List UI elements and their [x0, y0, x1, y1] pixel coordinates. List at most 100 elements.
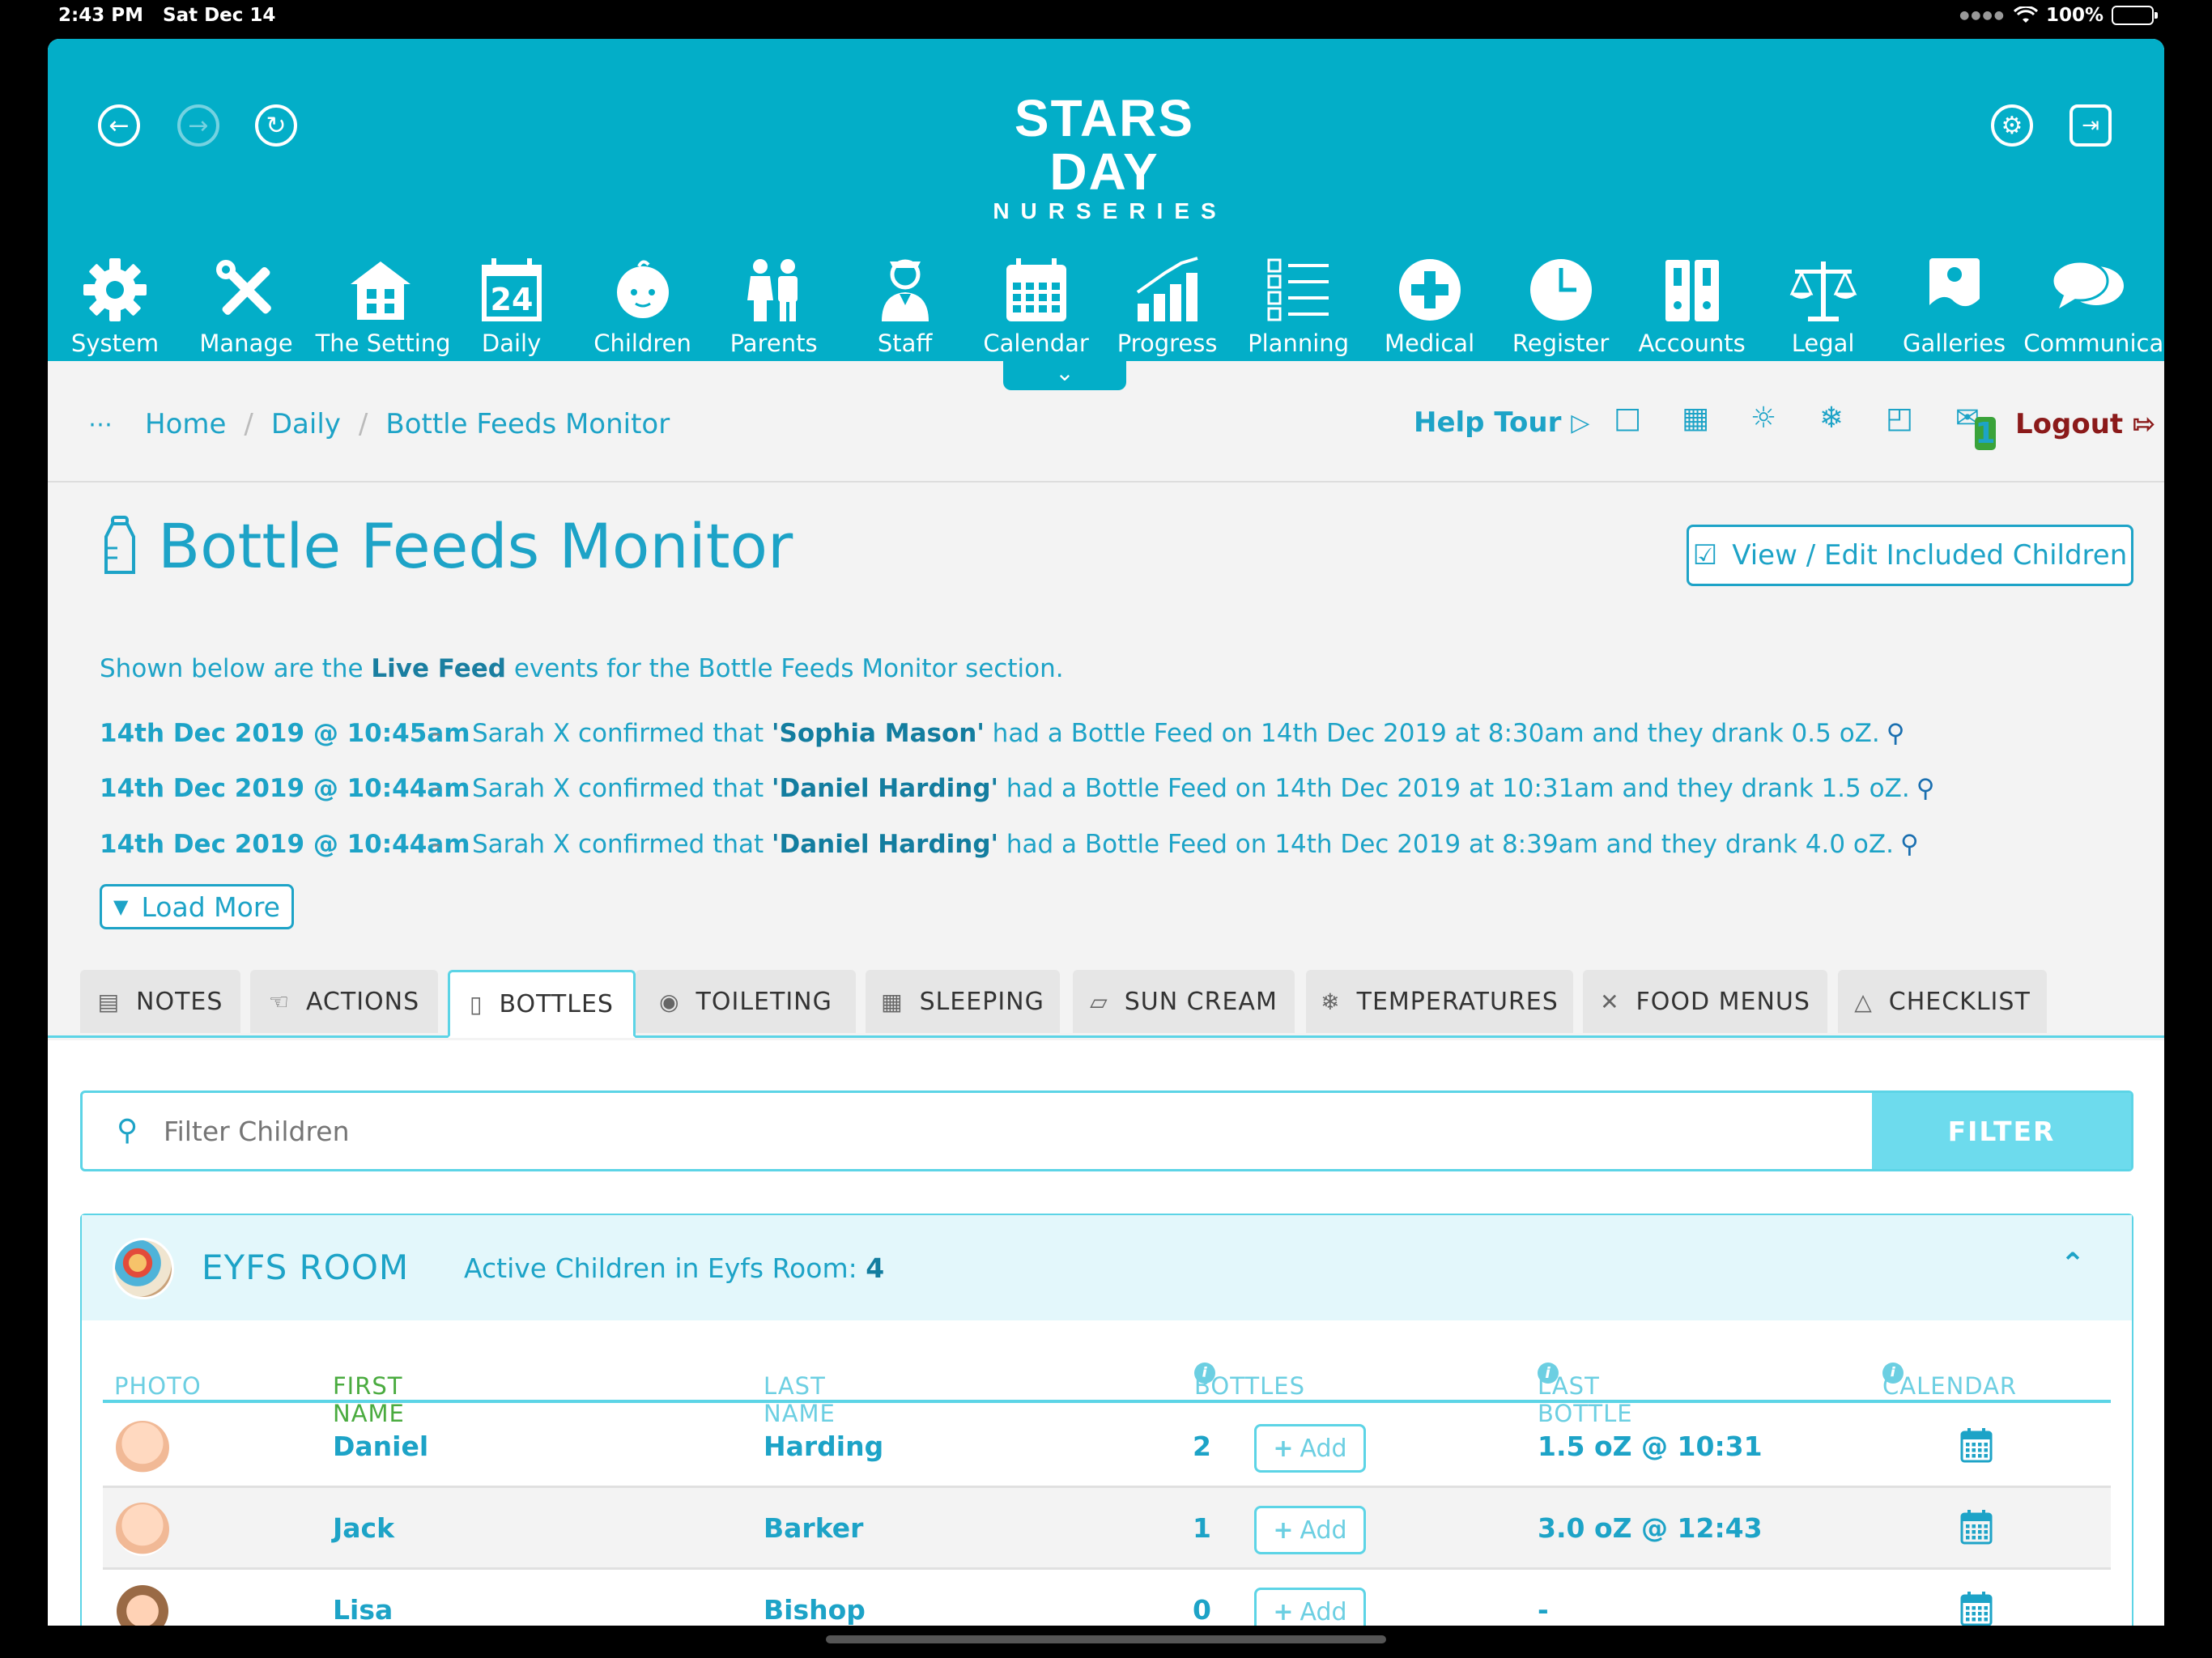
- logout-button[interactable]: Logout ⇰: [2015, 408, 2156, 440]
- last-name-cell[interactable]: Bishop: [764, 1594, 866, 1626]
- add-bottle-button[interactable]: + Add: [1254, 1506, 1366, 1554]
- first-name-cell[interactable]: Jack: [333, 1512, 394, 1544]
- notes-icon: ▤: [97, 988, 121, 1015]
- id-card-icon[interactable]: □: [1610, 402, 1644, 468]
- breadcrumb-daily[interactable]: Daily: [271, 408, 341, 440]
- feed-pre: Sarah X confirmed that: [472, 719, 772, 748]
- feed-post: had a Bottle Feed on 14th Dec 2019 at 8:…: [998, 830, 1894, 859]
- nav-label: System: [70, 329, 160, 357]
- col-calendar-label: CALENDAR: [1882, 1372, 2018, 1400]
- first-name-cell[interactable]: Daniel: [333, 1431, 428, 1462]
- nav-label: Legal: [1791, 329, 1855, 357]
- magnifier-icon[interactable]: ⚲: [1916, 774, 1935, 803]
- gallery-icon: [1890, 253, 2019, 326]
- settings-gear-icon[interactable]: ⚙: [1991, 104, 2033, 147]
- load-more-button[interactable]: ▼ Load More: [100, 884, 294, 929]
- intro-post: events for the Bottle Feeds Monitor sect…: [505, 654, 1064, 683]
- nav-label: Galleries: [1903, 329, 2006, 357]
- nav-planning[interactable]: Planning: [1234, 253, 1363, 357]
- add-label: Add: [1300, 1434, 1347, 1463]
- add-bottle-button[interactable]: + Add: [1254, 1588, 1366, 1626]
- filter-button[interactable]: FILTER: [1872, 1093, 2131, 1169]
- snowflake-icon[interactable]: ❄: [1814, 402, 1848, 468]
- brand-logo: STARS DAY NURSERIES: [955, 91, 1254, 224]
- nav-calendar[interactable]: Calendar: [972, 253, 1101, 357]
- room-header[interactable]: EYFS ROOM Active Children in Eyfs Room: …: [82, 1215, 2132, 1320]
- nav-legal[interactable]: Legal: [1759, 253, 1888, 357]
- nav-label: Manage: [199, 329, 293, 357]
- breadcrumb: ⋯ Home / Daily / Bottle Feeds Monitor: [88, 408, 670, 440]
- nav-children[interactable]: Children: [578, 253, 708, 357]
- breadcrumb-home[interactable]: Home: [145, 408, 226, 440]
- nav-label: Communicate: [2023, 329, 2164, 357]
- avatar[interactable]: [116, 1584, 169, 1626]
- first-name-cell[interactable]: Lisa: [333, 1594, 393, 1626]
- building-icon: [316, 253, 445, 326]
- mail-icon[interactable]: ✉1: [1950, 402, 1996, 468]
- magnifier-icon[interactable]: ⚲: [1887, 719, 1905, 748]
- calendar-icon[interactable]: [1960, 1591, 1993, 1626]
- feed-child-name: 'Daniel Harding': [772, 774, 999, 803]
- refresh-icon[interactable]: ↻: [255, 104, 297, 147]
- tab-checklist[interactable]: △ CHECKLIST: [1838, 970, 2047, 1033]
- help-tour-button[interactable]: Help Tour ▷: [1414, 406, 1589, 439]
- feed-date: 14th Dec 2019 @ 10:44am: [100, 774, 470, 803]
- nav-progress[interactable]: Progress: [1103, 253, 1232, 357]
- magnifier-icon[interactable]: ⚲: [1900, 830, 1919, 859]
- calendar-icon[interactable]: [1960, 1509, 1993, 1551]
- nav-galleries[interactable]: Galleries: [1890, 253, 2019, 357]
- top-header: ← → ↻ STARS DAY NURSERIES ⚙ ⇥ System Mana…: [48, 39, 2164, 361]
- sun-cream-icon: ▱: [1090, 988, 1108, 1015]
- exit-door-icon[interactable]: ⇥: [2069, 104, 2112, 147]
- avatar[interactable]: [116, 1503, 169, 1556]
- sun-icon[interactable]: ☼: [1746, 402, 1780, 468]
- nav-staff[interactable]: Staff: [840, 253, 970, 357]
- nav-label: Staff: [877, 329, 933, 357]
- last-name-cell[interactable]: Harding: [764, 1431, 883, 1462]
- date-text: Sat Dec 14: [163, 5, 276, 26]
- grid-icon[interactable]: ▦: [1678, 402, 1712, 468]
- back-arrow-icon[interactable]: ←: [98, 104, 140, 147]
- tab-label: SLEEPING: [919, 987, 1044, 1016]
- tab-bottles[interactable]: ▯ BOTTLES: [448, 970, 636, 1038]
- nav-label: Daily: [481, 329, 542, 357]
- last-name-cell[interactable]: Barker: [764, 1512, 863, 1544]
- avatar[interactable]: [116, 1421, 169, 1474]
- tab-food-menus[interactable]: ✕ FOOD MENUS: [1583, 970, 1827, 1033]
- room-panel: EYFS ROOM Active Children in Eyfs Room: …: [80, 1214, 2133, 1626]
- tab-sleeping[interactable]: ▦ SLEEPING: [866, 970, 1060, 1033]
- nav-manage[interactable]: Manage: [181, 253, 311, 357]
- logout-label: Logout: [2015, 408, 2124, 440]
- nav-label: Progress: [1117, 329, 1218, 357]
- document-icon[interactable]: ◰: [1882, 402, 1916, 468]
- feed-item: 14th Dec 2019 @ 10:44am- Sarah X confirme…: [100, 830, 1919, 859]
- feed-child-name: 'Sophia Mason': [772, 719, 985, 748]
- tab-toileting[interactable]: ◉ TOILETING: [636, 970, 856, 1033]
- calendar-icon[interactable]: [1960, 1427, 1993, 1469]
- tab-actions[interactable]: ☜ ACTIONS: [250, 970, 438, 1033]
- breadcrumb-separator: /: [244, 408, 253, 440]
- tab-sun-cream[interactable]: ▱ SUN CREAM: [1073, 970, 1295, 1033]
- feed-pre: Sarah X confirmed that: [472, 830, 772, 859]
- view-edit-children-button[interactable]: ☑ View / Edit Included Children: [1687, 525, 2133, 586]
- tab-temperatures[interactable]: ❄ TEMPERATURES: [1306, 970, 1573, 1033]
- nav-system[interactable]: System: [50, 253, 180, 357]
- nav-daily[interactable]: 24 Daily: [447, 253, 576, 357]
- nav-label: Register: [1512, 329, 1610, 357]
- nav-parents[interactable]: Parents: [709, 253, 839, 357]
- add-label: Add: [1300, 1516, 1347, 1545]
- nav-communicate[interactable]: Communicate: [2023, 253, 2164, 357]
- nav-register[interactable]: Register: [1496, 253, 1626, 357]
- nav-medical[interactable]: Medical: [1365, 253, 1495, 357]
- signal-dots-icon: ●●●●: [1959, 9, 2006, 22]
- add-bottle-button[interactable]: + Add: [1254, 1424, 1366, 1473]
- nav-the-setting[interactable]: The Setting: [316, 253, 451, 357]
- filter-children-input[interactable]: [164, 1093, 1653, 1169]
- feed-item: 14th Dec 2019 @ 10:45am- Sarah X confirme…: [100, 719, 1904, 748]
- baby-icon: [578, 253, 708, 326]
- home-indicator[interactable]: [826, 1635, 1386, 1643]
- chevron-up-icon[interactable]: ⌃: [2061, 1248, 2085, 1281]
- tab-notes[interactable]: ▤ NOTES: [80, 970, 240, 1033]
- forward-arrow-icon[interactable]: →: [177, 104, 219, 147]
- nav-accounts[interactable]: Accounts: [1627, 253, 1757, 357]
